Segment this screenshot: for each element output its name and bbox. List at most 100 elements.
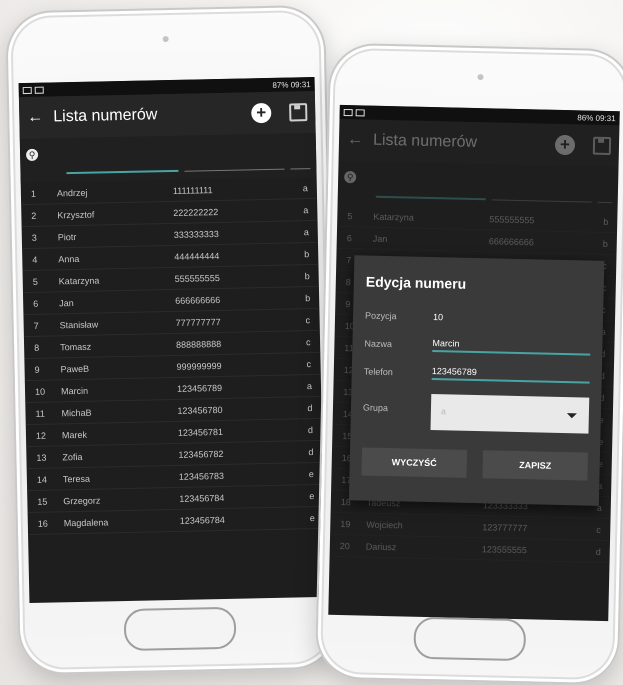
row-group: b xyxy=(305,292,311,303)
group-select[interactable]: a xyxy=(430,394,590,434)
group-filter-input[interactable] xyxy=(290,166,311,170)
app-bar: ← Lista numerów + xyxy=(18,90,316,140)
row-group: b xyxy=(304,248,310,259)
tel-filter-input[interactable] xyxy=(184,166,285,172)
row-position: 7 xyxy=(33,320,39,331)
clock: 09:31 xyxy=(290,79,311,89)
battery-text: 87% xyxy=(272,80,289,90)
row-position: 5 xyxy=(32,276,38,287)
add-icon[interactable]: + xyxy=(251,102,272,124)
row-name: Marek xyxy=(61,429,88,440)
dialog-title: Edycja numeru xyxy=(365,273,467,292)
row-phone: 123456784 xyxy=(179,514,225,526)
row-position: 20 xyxy=(339,540,350,551)
speaker xyxy=(162,36,169,43)
row-phone: 666666666 xyxy=(488,235,534,247)
row-name: Dariusz xyxy=(365,541,397,552)
row-name: Grzegorz xyxy=(63,495,101,506)
battery-text: 86% xyxy=(577,112,594,123)
row-position: 14 xyxy=(36,474,48,485)
row-phone: 555555555 xyxy=(174,272,220,284)
row-position: 15 xyxy=(37,496,48,507)
save-icon[interactable] xyxy=(289,103,308,122)
clear-button[interactable]: WYCZYŚĆ xyxy=(361,447,468,478)
row-name: Piotr xyxy=(57,231,77,242)
app-bar: ← Lista numerów + xyxy=(338,118,620,168)
row-position: 4 xyxy=(32,254,38,265)
position-label: Pozycja xyxy=(364,310,397,322)
row-group: b xyxy=(602,238,608,249)
position-value: 10 xyxy=(432,312,444,323)
group-row: Grupa a xyxy=(350,385,601,435)
row-name: Zofia xyxy=(62,451,83,462)
row-name: Jan xyxy=(372,233,388,244)
row-phone: 222222222 xyxy=(173,206,219,218)
home-button[interactable] xyxy=(413,616,527,662)
group-filter-input[interactable] xyxy=(597,199,612,204)
name-field[interactable]: Marcin xyxy=(432,338,591,356)
page-title: Lista numerów xyxy=(53,106,158,126)
phone-right: 86% 09:31 ← Lista numerów + ⚲ 5 Katarzyna… xyxy=(314,42,623,685)
row-group: a xyxy=(302,182,308,193)
row-phone: 888888888 xyxy=(175,338,222,350)
row-position: 5 xyxy=(347,210,353,221)
row-phone: 123456789 xyxy=(176,382,223,394)
name-filter-input[interactable] xyxy=(375,193,486,201)
row-position: 9 xyxy=(34,364,40,375)
screen-right: 86% 09:31 ← Lista numerów + ⚲ 5 Katarzyna… xyxy=(328,104,620,622)
row-group: c xyxy=(305,336,311,347)
chevron-down-icon xyxy=(566,413,577,419)
row-group: b xyxy=(603,216,609,227)
row-group: c xyxy=(596,524,601,535)
row-position: 10 xyxy=(34,386,46,397)
phone-label: Telefon xyxy=(363,366,393,378)
save-icon[interactable] xyxy=(592,136,612,156)
add-icon[interactable]: + xyxy=(554,134,576,156)
row-name: Magdalena xyxy=(63,516,109,528)
row-group: a xyxy=(306,380,313,391)
row-name: Katarzyna xyxy=(373,211,414,223)
row-position: 12 xyxy=(35,430,47,441)
phone-left: 87% 09:31 ← Lista numerów + ⚲ 1 Andrzej 11… xyxy=(5,4,339,676)
speaker xyxy=(477,74,484,81)
row-name: Marcin xyxy=(60,385,89,396)
row-position: 16 xyxy=(37,518,48,529)
row-position: 6 xyxy=(346,232,352,243)
notification-icon xyxy=(355,108,365,116)
row-group: c xyxy=(306,358,312,369)
screen-left: 87% 09:31 ← Lista numerów + ⚲ 1 Andrzej 11… xyxy=(18,76,326,604)
save-button[interactable]: ZAPISZ xyxy=(482,450,589,481)
phone-field[interactable]: 123456789 xyxy=(431,366,590,384)
back-arrow-icon[interactable]: ← xyxy=(347,131,373,150)
home-button[interactable] xyxy=(123,606,237,652)
name-filter-input[interactable] xyxy=(66,167,179,175)
row-phone: 123555555 xyxy=(481,543,527,555)
row-position: 19 xyxy=(340,518,351,529)
row-group: a xyxy=(303,204,309,215)
row-position: 11 xyxy=(35,408,45,419)
back-arrow-icon[interactable]: ← xyxy=(27,108,53,127)
row-name: Jan xyxy=(59,297,74,308)
row-position: 8 xyxy=(34,342,40,353)
row-name: Katarzyna xyxy=(58,275,100,286)
row-phone: 123456784 xyxy=(179,492,225,504)
name-label: Nazwa xyxy=(364,338,393,350)
notification-icon xyxy=(22,86,32,94)
row-name: Stanisław xyxy=(59,319,99,330)
row-phone: 123456782 xyxy=(178,448,224,460)
row-phone: 333333333 xyxy=(173,228,219,240)
group-label: Grupa xyxy=(362,402,389,414)
filter-bar: ⚲ xyxy=(337,160,619,212)
tel-filter-input[interactable] xyxy=(491,197,592,203)
row-phone: 111111111 xyxy=(172,184,213,196)
row-phone: 555555555 xyxy=(489,213,535,225)
search-icon[interactable]: ⚲ xyxy=(25,148,39,162)
search-icon[interactable]: ⚲ xyxy=(344,171,357,184)
row-position: 3 xyxy=(31,232,37,243)
notification-icon xyxy=(343,108,353,116)
group-select-value: a xyxy=(440,406,447,417)
row-name: Krzysztof xyxy=(57,209,95,220)
clock: 09:31 xyxy=(595,113,616,123)
row-phone: 777777777 xyxy=(175,316,221,328)
edit-number-dialog: Edycja numeru Pozycja 10 Nazwa Marcin Te… xyxy=(348,255,605,506)
